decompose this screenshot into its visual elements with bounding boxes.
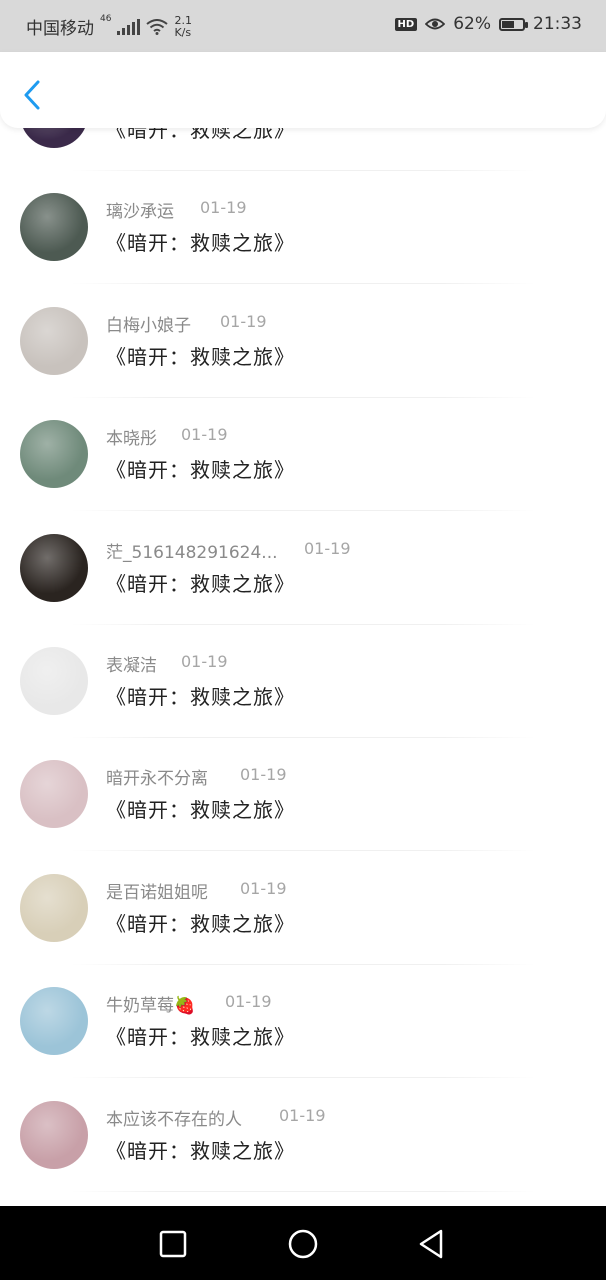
clock: 21:33 (533, 14, 582, 34)
username[interactable]: 表凝洁 (106, 651, 157, 676)
post-date: 01-19 (181, 425, 228, 445)
avatar[interactable] (20, 1100, 88, 1169)
avatar[interactable] (20, 128, 88, 148)
battery-icon (499, 17, 528, 31)
network-type: 46 (100, 14, 112, 24)
list-item[interactable]: 暗开永不分离 01-19 《暗开：救赎之旅》 (0, 738, 606, 852)
post-date: 01-19 (200, 198, 247, 218)
home-icon[interactable] (285, 1226, 321, 1262)
post-date: 01-19 (279, 1105, 326, 1125)
status-right: HD 62% 21:33 (394, 14, 582, 34)
avatar[interactable] (20, 533, 88, 602)
hd-badge: HD (394, 17, 418, 31)
avatar[interactable] (20, 987, 88, 1056)
list-item[interactable]: 璃沙承运 01-19 《暗开：救赎之旅》 (0, 171, 606, 285)
work-title[interactable]: 《暗开：救赎之旅》 (106, 341, 295, 370)
work-title[interactable]: 《暗开：救赎之旅》 (106, 454, 295, 483)
carrier-name: 中国移动 (26, 19, 94, 39)
work-title[interactable]: 《暗开：救赎之旅》 (106, 794, 295, 823)
avatar[interactable] (20, 760, 88, 829)
list-item[interactable]: 牛奶草莓🍓 01-19 《暗开：救赎之旅》 (0, 965, 606, 1079)
signal-icon (117, 18, 141, 35)
username[interactable]: 是百诺姐姐呢 (106, 878, 208, 903)
speed-unit: K/s (174, 25, 192, 39)
status-left: 中国移动 46 2.1 K/s (26, 14, 198, 39)
work-title[interactable]: 《暗开：救赎之旅》 (106, 1021, 295, 1050)
battery-percent: 62% (453, 14, 491, 34)
recent-apps-icon[interactable] (155, 1226, 191, 1262)
work-title[interactable]: 《暗开：救赎之旅》 (106, 681, 295, 710)
back-nav-icon[interactable] (413, 1226, 449, 1262)
top-app-bar (0, 52, 606, 128)
avatar[interactable] (20, 420, 88, 489)
username[interactable]: 璃沙承运 (106, 197, 174, 222)
network-speed: 2.1 K/s (174, 14, 198, 39)
username[interactable]: 牛奶草莓🍓 (106, 991, 195, 1016)
list-item[interactable]: 《暗开：救赎之旅》 (0, 128, 606, 171)
work-title[interactable]: 《暗开：救赎之旅》 (106, 1135, 295, 1164)
system-nav-bar (0, 1206, 606, 1280)
eye-comfort-icon (425, 18, 446, 30)
avatar[interactable] (20, 306, 88, 375)
list-item[interactable]: 本晓彤 01-19 《暗开：救赎之旅》 (0, 398, 606, 512)
list-item[interactable]: 白梅小娘子 01-19 《暗开：救赎之旅》 (0, 285, 606, 398)
work-title[interactable]: 《暗开：救赎之旅》 (106, 908, 295, 937)
avatar[interactable] (20, 193, 88, 262)
divider (70, 1190, 536, 1192)
post-date: 01-19 (304, 538, 351, 558)
post-date: 01-19 (240, 765, 287, 785)
post-date: 01-19 (225, 992, 272, 1012)
list-item[interactable]: 是百诺姐姐呢 01-19 《暗开：救赎之旅》 (0, 852, 606, 965)
back-arrow-icon[interactable] (18, 78, 46, 112)
wifi-icon (146, 18, 169, 35)
username[interactable]: 本晓彤 (106, 424, 157, 449)
list-item[interactable]: 茫_516148291624... 01-19 《暗开：救赎之旅》 (0, 512, 606, 625)
username[interactable]: 白梅小娘子 (106, 311, 191, 336)
work-title[interactable]: 《暗开：救赎之旅》 (106, 227, 295, 256)
list-item[interactable]: 本应该不存在的人 01-19 《暗开：救赎之旅》 (0, 1079, 606, 1192)
work-title[interactable]: 《暗开：救赎之旅》 (106, 568, 295, 597)
list-item[interactable]: 表凝洁 01-19 《暗开：救赎之旅》 (0, 625, 606, 738)
avatar[interactable] (20, 647, 88, 715)
username[interactable]: 茫_516148291624... (106, 538, 278, 563)
comment-list: 《暗开：救赎之旅》 璃沙承运 01-19 《暗开：救赎之旅》 白梅小娘子 01-19 《暗开… (0, 128, 606, 1206)
status-bar: 中国移动 46 2.1 K/s HD 62% 21:33 (0, 0, 606, 52)
avatar[interactable] (20, 873, 88, 942)
post-date: 01-19 (240, 878, 287, 898)
work-title[interactable]: 《暗开：救赎之旅》 (106, 128, 295, 143)
username[interactable]: 本应该不存在的人 (106, 1105, 242, 1130)
post-date: 01-19 (181, 652, 228, 671)
username[interactable]: 暗开永不分离 (106, 764, 208, 789)
post-date: 01-19 (220, 311, 267, 331)
